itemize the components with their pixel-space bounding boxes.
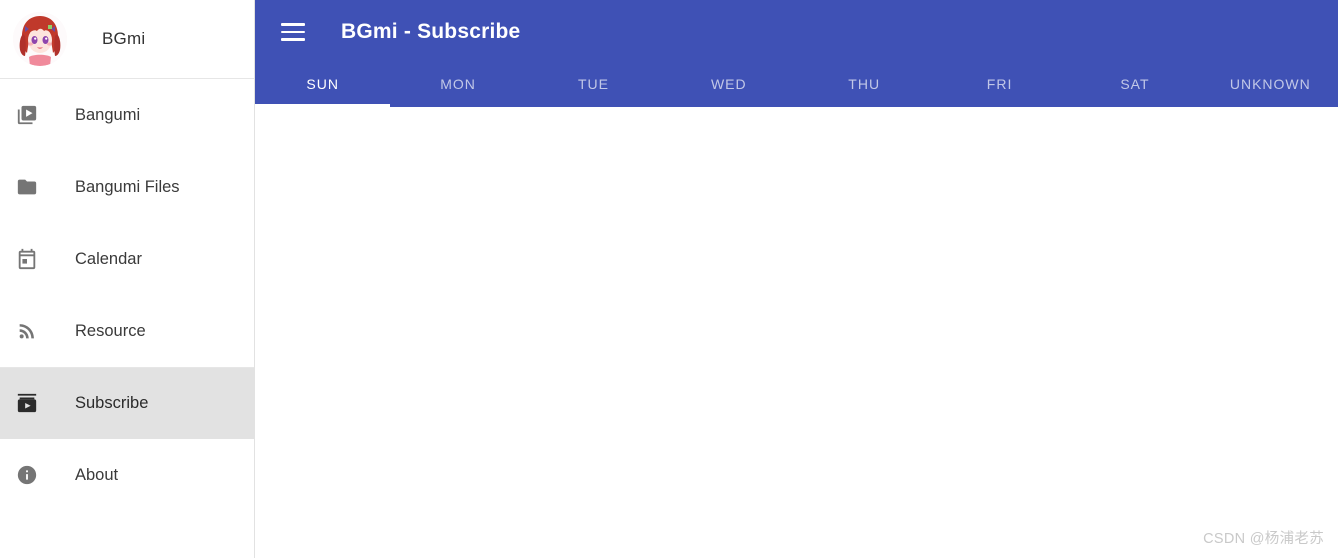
info-circle-icon [14,462,40,488]
app-bar-top: BGmi - Subscribe [255,0,1338,64]
tab-thu[interactable]: THU [797,64,932,107]
weekday-tab-bar: SUN MON TUE WED THU FRI SAT UNKNOWN [255,64,1338,107]
sidebar-item-bangumi-files[interactable]: Bangumi Files [0,151,254,223]
calendar-icon [14,246,40,272]
rss-icon [14,318,40,344]
tab-label: WED [710,76,747,92]
tab-sat[interactable]: SAT [1067,64,1202,107]
page-title: BGmi - Subscribe [341,20,521,43]
tab-mon[interactable]: MON [390,64,525,107]
tab-unknown[interactable]: UNKNOWN [1203,64,1338,107]
sidebar: BGmi Bangumi Bangumi Files Calendar Reso… [0,0,255,558]
tab-label: UNKNOWN [1229,76,1311,92]
tab-label: FRI [986,76,1013,92]
tab-label: TUE [577,76,609,92]
tab-sun[interactable]: SUN [255,64,391,107]
tab-label: SAT [1120,76,1150,92]
app-root: BGmi Bangumi Bangumi Files Calendar Reso… [0,0,1338,558]
watermark: CSDN @杨浦老苏 [1203,531,1324,547]
sidebar-item-subscribe[interactable]: Subscribe [0,367,254,439]
tab-fri[interactable]: FRI [932,64,1067,107]
sidebar-header: BGmi [0,0,254,79]
sidebar-nav: Bangumi Bangumi Files Calendar Resource … [0,79,254,511]
subscriptions-icon [14,390,40,416]
hamburger-menu-icon [281,23,305,41]
sidebar-item-calendar[interactable]: Calendar [0,223,254,295]
folder-icon [14,174,40,200]
tab-label: SUN [306,76,339,92]
main-area: BGmi - Subscribe SUN MON TUE WED THU FRI… [255,0,1338,558]
avatar [13,12,67,66]
hamburger-menu-button[interactable] [271,10,315,54]
app-bar: BGmi - Subscribe SUN MON TUE WED THU FRI… [255,0,1338,107]
brand-name: BGmi [102,29,146,48]
sidebar-item-label: Resource [75,321,146,340]
sidebar-item-label: Subscribe [75,393,149,412]
tab-tue[interactable]: TUE [526,64,661,107]
sidebar-item-bangumi[interactable]: Bangumi [0,79,254,151]
sidebar-item-label: Bangumi Files [75,177,180,196]
sidebar-item-label: Calendar [75,249,142,268]
sidebar-item-about[interactable]: About [0,439,254,511]
tab-wed[interactable]: WED [661,64,796,107]
tab-label: THU [848,76,881,92]
video-library-icon [14,102,40,128]
content-panel: CSDN @杨浦老苏 [255,107,1338,558]
sidebar-item-label: About [75,465,119,484]
sidebar-item-label: Bangumi [75,105,141,124]
tab-label: MON [440,76,476,92]
sidebar-item-resource[interactable]: Resource [0,295,254,367]
